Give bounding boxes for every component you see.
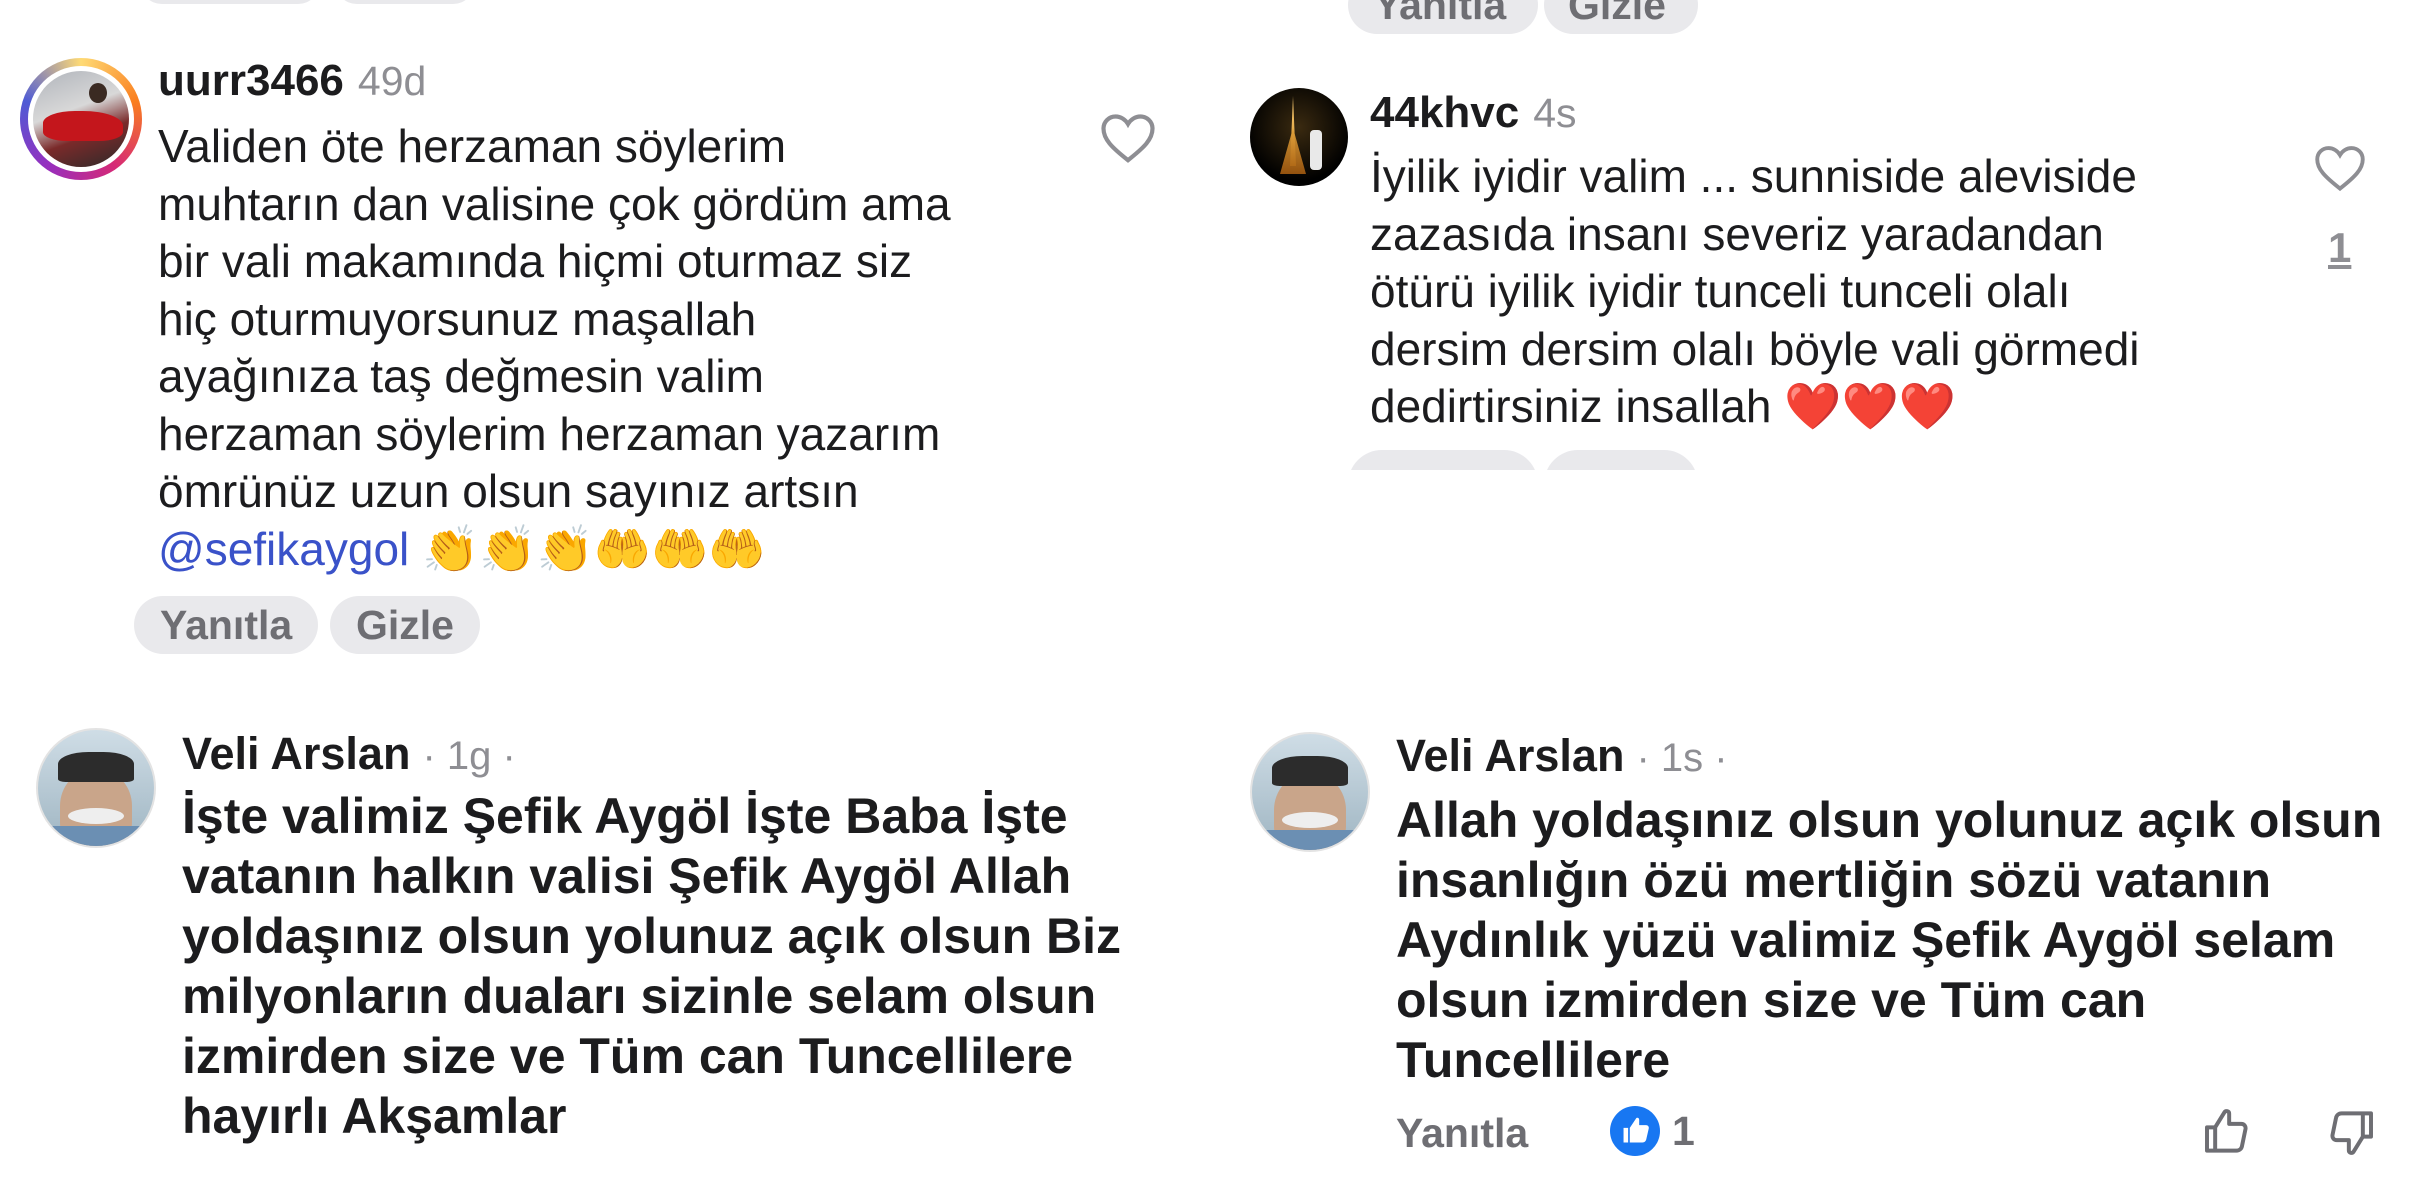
reply-label: Yanıtla — [1374, 0, 1507, 28]
reply-label: Yanıtla — [160, 602, 293, 648]
comment-header: Veli Arslan · 1s · — [1396, 730, 1728, 782]
avatar[interactable] — [1250, 732, 1370, 852]
comment-text: İyilik iyidir valim ... sunniside alevis… — [1370, 150, 2140, 432]
comment-text: Validen öte herzaman söylerim muhtarın d… — [158, 120, 951, 517]
hide-button-cut[interactable] — [335, 0, 475, 4]
mention-link[interactable]: @sefikaygol — [158, 523, 409, 575]
author-name[interactable]: Veli Arslan — [182, 728, 410, 779]
like-reaction-icon — [1610, 1106, 1660, 1156]
comment-header: uurr3466 49d — [158, 56, 426, 106]
reply-button-top[interactable]: Yanıtla — [1348, 0, 1538, 34]
comment-text: İşte valimiz Şefik Aygöl İşte Baba İşte … — [182, 788, 1122, 1144]
username[interactable]: 44khvc — [1370, 88, 1519, 137]
hide-button[interactable]: Gizle — [330, 596, 480, 654]
reply-link[interactable]: Yanıtla — [1396, 1110, 1528, 1157]
timestamp: 49d — [357, 58, 427, 104]
avatar[interactable] — [36, 728, 156, 848]
reply-button[interactable]: Yanıtla — [134, 596, 319, 654]
hide-label: Gizle — [1568, 0, 1666, 28]
heart-icon[interactable] — [2314, 144, 2366, 192]
emoji-row: 👏👏👏🤲🤲🤲 — [422, 523, 766, 575]
thumbs-down-icon[interactable] — [2322, 1104, 2378, 1160]
timestamp: · 1g · — [422, 734, 516, 778]
username[interactable]: uurr3466 — [158, 56, 344, 105]
comment-header: Veli Arslan · 1g · — [182, 728, 516, 780]
comment-header: 44khvc 4s — [1370, 88, 1577, 138]
clip-mask — [1300, 470, 1800, 510]
avatar[interactable] — [20, 58, 142, 180]
hide-label: Gizle — [356, 602, 454, 648]
hide-button-top[interactable]: Gizle — [1544, 0, 1698, 34]
like-count[interactable]: 1 — [2328, 224, 2351, 272]
comment-text: Allah yoldaşınız olsun yolunuz açık olsu… — [1396, 792, 2383, 1088]
avatar[interactable] — [1250, 88, 1348, 186]
thumbs-up-icon[interactable] — [2200, 1104, 2256, 1160]
timestamp: · 1s · — [1636, 736, 1728, 780]
heart-icon[interactable] — [1100, 112, 1156, 164]
timestamp: 4s — [1533, 90, 1577, 136]
reaction-count: 1 — [1672, 1107, 1695, 1154]
reply-button-cut[interactable] — [140, 0, 320, 4]
author-name[interactable]: Veli Arslan — [1396, 730, 1624, 781]
comment-mention-row: @sefikaygol 👏👏👏🤲🤲🤲 — [158, 520, 766, 578]
reaction-summary[interactable]: 1 — [1610, 1106, 1695, 1156]
